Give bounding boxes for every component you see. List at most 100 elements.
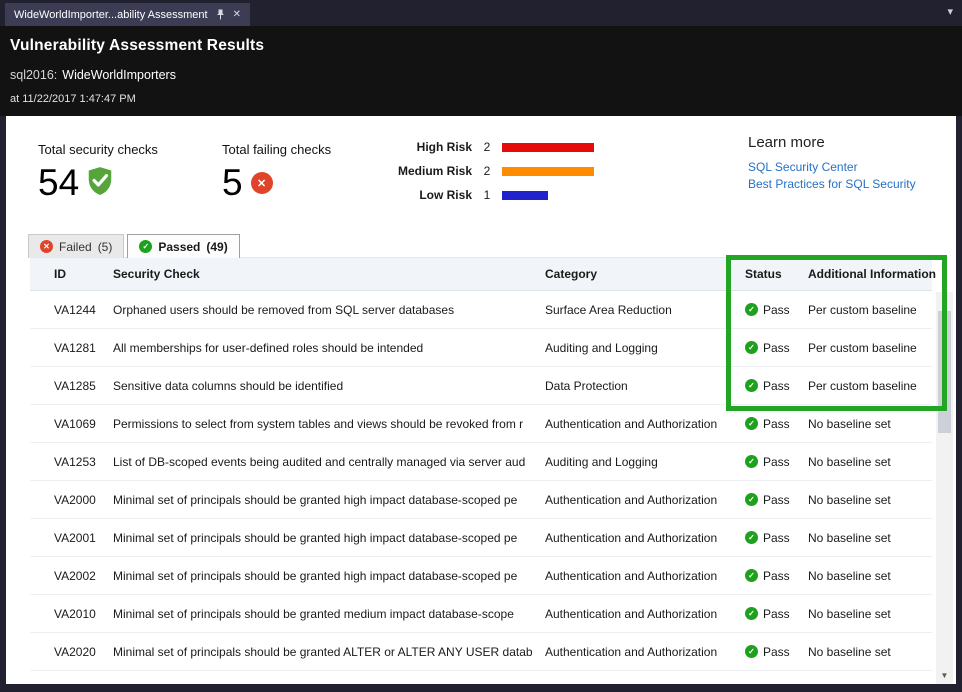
cell-status-text: Pass [763, 341, 790, 355]
failing-checks-metric: Total failing checks 5 ✕ [222, 142, 331, 204]
results-header: Vulnerability Assessment Results sql2016… [0, 26, 962, 116]
cell-info: Per custom baseline [808, 379, 932, 393]
column-header-category[interactable]: Category [545, 267, 745, 281]
cell-status: ✓ Pass [745, 569, 808, 583]
cell-status-text: Pass [763, 607, 790, 621]
table-row[interactable]: VA1285 Sensitive data columns should be … [30, 367, 932, 405]
cell-check: List of DB-scoped events being audited a… [113, 455, 545, 469]
vertical-scrollbar[interactable]: ▲ ▼ [936, 292, 953, 684]
table-row[interactable]: VA1244 Orphaned users should be removed … [30, 291, 932, 329]
scroll-up-icon[interactable]: ▲ [936, 292, 953, 309]
failing-checks-value: 5 [222, 162, 243, 204]
page-title: Vulnerability Assessment Results [10, 37, 962, 55]
column-header-security-check[interactable]: Security Check [113, 267, 545, 281]
cell-id: VA2002 [54, 569, 113, 583]
scroll-down-icon[interactable]: ▼ [936, 667, 953, 684]
cell-status-text: Pass [763, 455, 790, 469]
table-row[interactable]: VA2002 Minimal set of principals should … [30, 557, 932, 595]
close-icon[interactable]: ✕ [233, 9, 241, 20]
table-row[interactable]: VA1253 List of DB-scoped events being au… [30, 443, 932, 481]
cell-id: VA2000 [54, 493, 113, 507]
pass-icon: ✓ [745, 569, 758, 582]
cell-check: Sensitive data columns should be identif… [113, 379, 545, 393]
learn-more-link[interactable]: Best Practices for SQL Security [748, 177, 916, 191]
cell-status-text: Pass [763, 645, 790, 659]
scrollbar-track[interactable] [936, 309, 953, 667]
error-circle-icon: ✕ [251, 172, 273, 194]
table-body: VA1244 Orphaned users should be removed … [30, 291, 932, 671]
table-row[interactable]: VA1069 Permissions to select from system… [30, 405, 932, 443]
pass-icon: ✓ [745, 493, 758, 506]
cell-id: VA2001 [54, 531, 113, 545]
vulnerability-assessment-window: WideWorldImporter...ability Assessment ✕… [0, 0, 962, 692]
table-row[interactable]: VA2010 Minimal set of principals should … [30, 595, 932, 633]
risk-label: Medium Risk [398, 164, 472, 178]
shield-check-icon [87, 166, 113, 201]
risk-bar [502, 143, 594, 152]
table-row[interactable]: VA2001 Minimal set of principals should … [30, 519, 932, 557]
pin-icon[interactable] [216, 9, 225, 20]
cell-category: Auditing and Logging [545, 341, 745, 355]
pass-icon: ✓ [745, 417, 758, 430]
column-header-additional-information[interactable]: Additional Information [808, 267, 936, 281]
risk-count: 2 [472, 164, 502, 178]
cell-check: Minimal set of principals should be gran… [113, 531, 545, 545]
failing-checks-label: Total failing checks [222, 142, 331, 157]
tab-list-caret-icon[interactable]: ▾ [947, 5, 953, 18]
cell-info: No baseline set [808, 645, 932, 659]
cell-status: ✓ Pass [745, 531, 808, 545]
pass-icon: ✓ [745, 379, 758, 392]
total-checks-value: 54 [38, 162, 79, 204]
cell-info: No baseline set [808, 607, 932, 621]
tab-passed-count: (49) [206, 240, 227, 254]
table-row[interactable]: VA2020 Minimal set of principals should … [30, 633, 932, 671]
cell-status-text: Pass [763, 569, 790, 583]
scan-timestamp: at 11/22/2017 1:47:47 PM [10, 93, 962, 105]
result-tabs: ✕ Failed (5) ✓ Passed (49) [28, 234, 240, 258]
cell-info: Per custom baseline [808, 303, 932, 317]
passed-icon: ✓ [139, 240, 152, 253]
cell-check: Orphaned users should be removed from SQ… [113, 303, 545, 317]
risk-label: Low Risk [398, 188, 472, 202]
cell-id: VA1244 [54, 303, 113, 317]
pass-icon: ✓ [745, 645, 758, 658]
cell-id: VA2020 [54, 645, 113, 659]
document-tab[interactable]: WideWorldImporter...ability Assessment ✕ [5, 3, 250, 26]
cell-info: No baseline set [808, 455, 932, 469]
cell-check: Minimal set of principals should be gran… [113, 645, 545, 659]
risk-bar [502, 191, 548, 200]
tab-failed[interactable]: ✕ Failed (5) [28, 234, 124, 258]
tab-passed[interactable]: ✓ Passed (49) [127, 234, 239, 258]
failed-icon: ✕ [40, 240, 53, 253]
learn-more-link[interactable]: SQL Security Center [748, 160, 916, 174]
column-header-status[interactable]: Status [745, 267, 808, 281]
table-row[interactable]: VA1281 All memberships for user-defined … [30, 329, 932, 367]
learn-more-links: SQL Security Center Best Practices for SQ… [748, 160, 916, 191]
cell-status: ✓ Pass [745, 303, 808, 317]
cell-info: No baseline set [808, 493, 932, 507]
risk-chart: High Risk 2 Medium Risk 2 Low Risk 1 [398, 140, 594, 202]
cell-check: Minimal set of principals should be gran… [113, 493, 545, 507]
cell-info: No baseline set [808, 417, 932, 431]
database-name: WideWorldImporters [62, 68, 176, 82]
server-name: sql2016: [10, 68, 57, 82]
pass-icon: ✓ [745, 455, 758, 468]
risk-bar [502, 167, 594, 176]
document-tab-bar: WideWorldImporter...ability Assessment ✕… [0, 0, 962, 26]
cell-check: Minimal set of principals should be gran… [113, 607, 545, 621]
tab-passed-label: Passed [158, 240, 200, 254]
learn-more-panel: Learn more SQL Security Center Best Pract… [748, 134, 916, 191]
cell-id: VA1253 [54, 455, 113, 469]
results-content: Total security checks 54 Total failing c… [6, 116, 956, 684]
risk-label: High Risk [398, 140, 472, 154]
column-header-id[interactable]: ID [54, 267, 113, 281]
risk-count: 2 [472, 140, 502, 154]
learn-more-title: Learn more [748, 134, 916, 151]
cell-status: ✓ Pass [745, 645, 808, 659]
cell-category: Authentication and Authorization [545, 493, 745, 507]
cell-info: No baseline set [808, 569, 932, 583]
table-row[interactable]: VA2000 Minimal set of principals should … [30, 481, 932, 519]
cell-status-text: Pass [763, 531, 790, 545]
scrollbar-thumb[interactable] [938, 311, 951, 433]
risk-count: 1 [472, 188, 502, 202]
